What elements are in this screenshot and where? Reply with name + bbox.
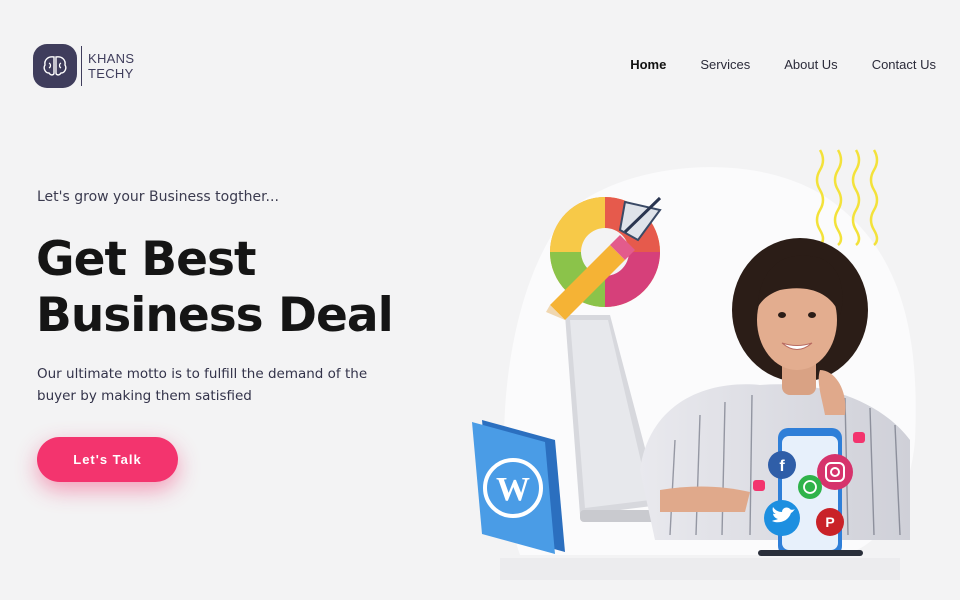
twitter-icon: [764, 500, 800, 536]
whatsapp-icon: [798, 475, 822, 499]
hero-headline-line2: Business Deal: [36, 288, 394, 343]
ground-shadow: [500, 558, 900, 580]
brand-name-line1: KHANS: [88, 51, 135, 66]
facebook-icon: f: [768, 451, 796, 479]
brain-icon: [33, 44, 77, 88]
pinterest-icon: P: [816, 508, 844, 536]
nav-home-link[interactable]: Home: [630, 57, 666, 72]
instagram-icon: [817, 454, 853, 490]
hero-headline: Get Best Business Deal: [36, 232, 394, 344]
svg-text:P: P: [825, 514, 834, 530]
hero-motto: Our ultimate motto is to fulfill the dem…: [37, 366, 368, 404]
brand-name-line2: TECHY: [88, 66, 134, 81]
brand-logo[interactable]: KHANS TECHY: [33, 44, 134, 88]
nav-about-link[interactable]: About Us: [784, 57, 837, 72]
hero-tagline: Let's grow your Business togther...: [37, 189, 279, 205]
lets-talk-button[interactable]: Let's Talk: [37, 437, 178, 482]
nav-services-link[interactable]: Services: [700, 57, 750, 72]
svg-text:f: f: [779, 458, 785, 475]
hero-headline-line1: Get Best: [36, 232, 256, 287]
logo-divider: [81, 46, 82, 86]
brand-name: KHANS TECHY: [88, 51, 134, 81]
hero-illustration: f P W: [460, 140, 930, 580]
wordpress-icon: W: [472, 420, 565, 554]
nav-contact-link[interactable]: Contact Us: [872, 57, 936, 72]
svg-text:W: W: [496, 471, 530, 508]
main-nav: Home Services About Us Contact Us: [630, 57, 936, 72]
